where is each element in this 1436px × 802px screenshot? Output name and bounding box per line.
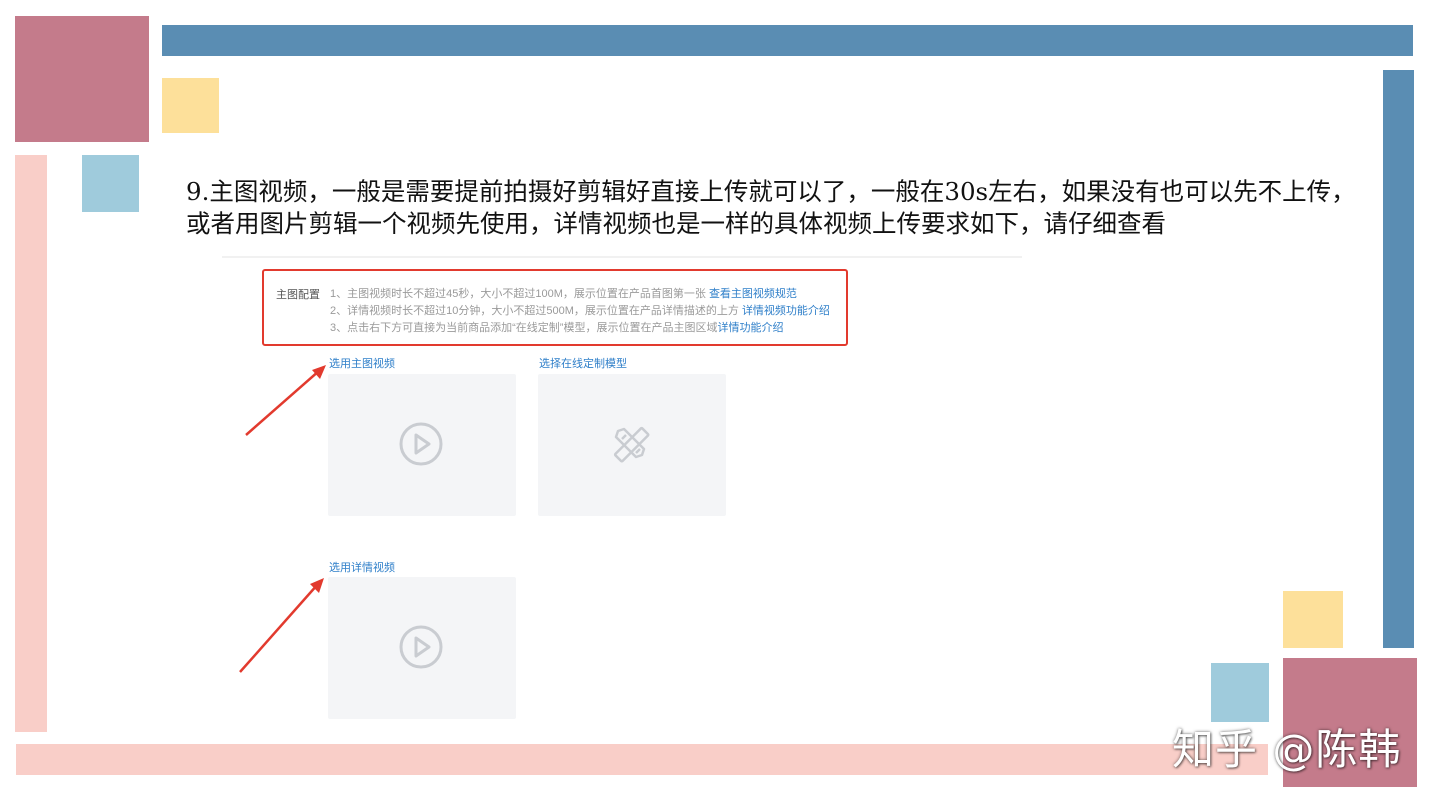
decor-light-blue-square-bottom-right [1211,663,1269,722]
decor-pink-bar-left [15,155,47,732]
rule-item: 2、详情视频时长不超过10分钟，大小不超过500M，展示位置在产品详情描述的上方… [330,302,830,318]
red-arrow-icon [245,365,326,436]
decor-blue-bar-top [162,25,1413,56]
select-custom-model-link[interactable]: 选择在线定制模型 [539,355,627,371]
select-detail-video-link[interactable]: 选用详情视频 [329,559,395,575]
decor-blue-bar-right [1383,70,1414,648]
highlight-red-box: 主图配置 1、主图视频时长不超过45秒，大小不超过100M，展示位置在产品首图第… [262,269,848,346]
embedded-screenshot: 主图配置 1、主图视频时长不超过45秒，大小不超过100M，展示位置在产品首图第… [222,256,1022,726]
pencil-ruler-icon [613,426,650,463]
rule-text: 2、详情视频时长不超过10分钟，大小不超过500M，展示位置在产品详情描述的上方 [330,305,742,317]
rule-item: 1、主图视频时长不超过45秒，大小不超过100M，展示位置在产品首图第一张 查看… [330,285,797,301]
decor-yellow-square-top [162,78,219,133]
slide-body-text: 9.主图视频，一般是需要提前拍摄好剪辑好直接上传就可以了，一般在30s左右，如果… [186,177,1356,238]
play-circle-icon [399,422,443,466]
screenshot-top-divider [222,256,1022,258]
detail-video-upload-box[interactable] [328,577,516,719]
rule-text: 3、点击右下方可直接为当前商品添加“在线定制”模型，展示位置在产品主图区域 [330,322,718,334]
decor-mauve-square-top-left [15,16,149,142]
main-video-spec-link[interactable]: 查看主图视频规范 [709,288,797,300]
rule-text: 1、主图视频时长不超过45秒，大小不超过100M，展示位置在产品首图第一张 [330,288,709,300]
rule-item: 3、点击右下方可直接为当前商品添加“在线定制”模型，展示位置在产品主图区域详情功… [330,319,783,335]
select-main-video-link[interactable]: 选用主图视频 [329,355,395,371]
zhihu-watermark: 知乎 @陈韩 [1172,725,1402,774]
decor-pink-bar-bottom [16,744,1268,775]
main-video-upload-box[interactable] [328,374,516,516]
decor-yellow-square-bottom-right [1283,591,1343,648]
decor-light-blue-square-left [82,155,139,212]
custom-model-upload-box[interactable] [538,374,726,516]
config-label: 主图配置 [276,289,320,301]
detail-video-intro-link[interactable]: 详情视频功能介绍 [742,305,830,317]
detail-function-intro-link[interactable]: 详情功能介绍 [717,322,783,334]
red-arrow-icon [239,578,324,673]
play-circle-icon [399,625,443,669]
